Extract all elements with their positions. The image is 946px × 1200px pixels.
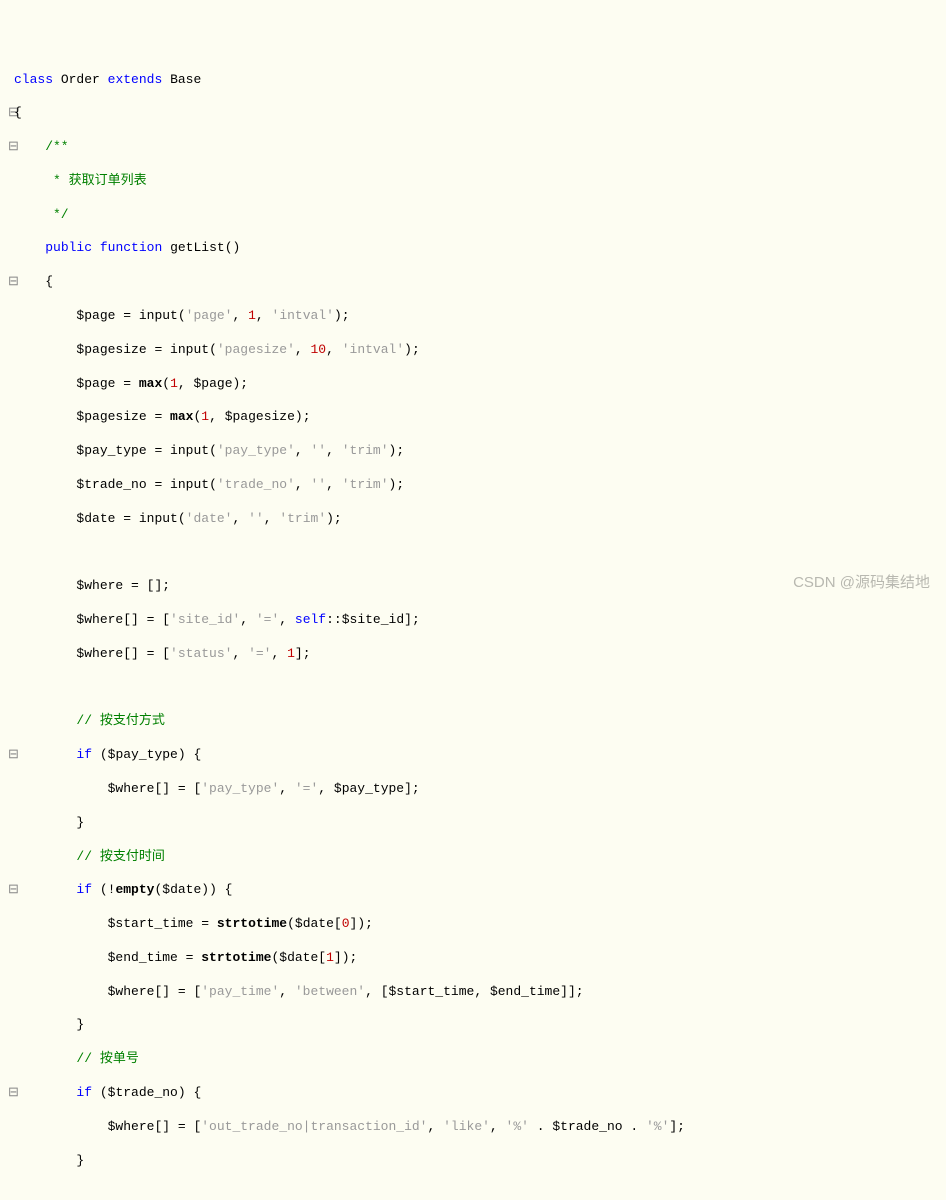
code-line: ⊟ { [0, 274, 946, 291]
code-line: $pagesize = input('pagesize', 10, 'intva… [0, 342, 946, 359]
code-line: ⊟ if ($pay_type) { [0, 747, 946, 764]
code-line: // 按支付方式 [0, 713, 946, 730]
code-line: ⊟{ [0, 105, 946, 122]
code-line: $where[] = ['pay_time', 'between', [$sta… [0, 984, 946, 1001]
code-line: ⊟ /** [0, 139, 946, 156]
code-line: } [0, 815, 946, 832]
code-line [0, 680, 946, 697]
code-viewer: class Order extends Base ⊟{ ⊟ /** * 获取订单… [0, 72, 946, 1200]
code-line: $end_time = strtotime($date[1]); [0, 950, 946, 967]
code-line [0, 545, 946, 562]
code-line: public function getList() [0, 240, 946, 257]
code-line: $where[] = ['site_id', '=', self::$site_… [0, 612, 946, 629]
code-line: class Order extends Base [0, 72, 946, 89]
code-line: ⊟ if (!empty($date)) { [0, 882, 946, 899]
code-line: $page = max(1, $page); [0, 376, 946, 393]
code-line: $where[] = ['out_trade_no|transaction_id… [0, 1119, 946, 1136]
watermark-text: CSDN @源码集结地 [793, 573, 930, 593]
code-line: $where[] = ['pay_type', '=', $pay_type]; [0, 781, 946, 798]
code-line: // 按支付时间 [0, 849, 946, 866]
code-line: $where[] = ['status', '=', 1]; [0, 646, 946, 663]
code-line: ⊟ if ($trade_no) { [0, 1085, 946, 1102]
code-line: } [0, 1153, 946, 1170]
code-line: $date = input('date', '', 'trim'); [0, 511, 946, 528]
code-line: $pagesize = max(1, $pagesize); [0, 409, 946, 426]
code-line: * 获取订单列表 [0, 173, 946, 190]
code-line: $trade_no = input('trade_no', '', 'trim'… [0, 477, 946, 494]
code-line [0, 1186, 946, 1200]
code-line: $pay_type = input('pay_type', '', 'trim'… [0, 443, 946, 460]
code-line: } [0, 1017, 946, 1034]
code-line: $start_time = strtotime($date[0]); [0, 916, 946, 933]
code-line: $page = input('page', 1, 'intval'); [0, 308, 946, 325]
code-line: */ [0, 207, 946, 224]
code-line: // 按单号 [0, 1051, 946, 1068]
